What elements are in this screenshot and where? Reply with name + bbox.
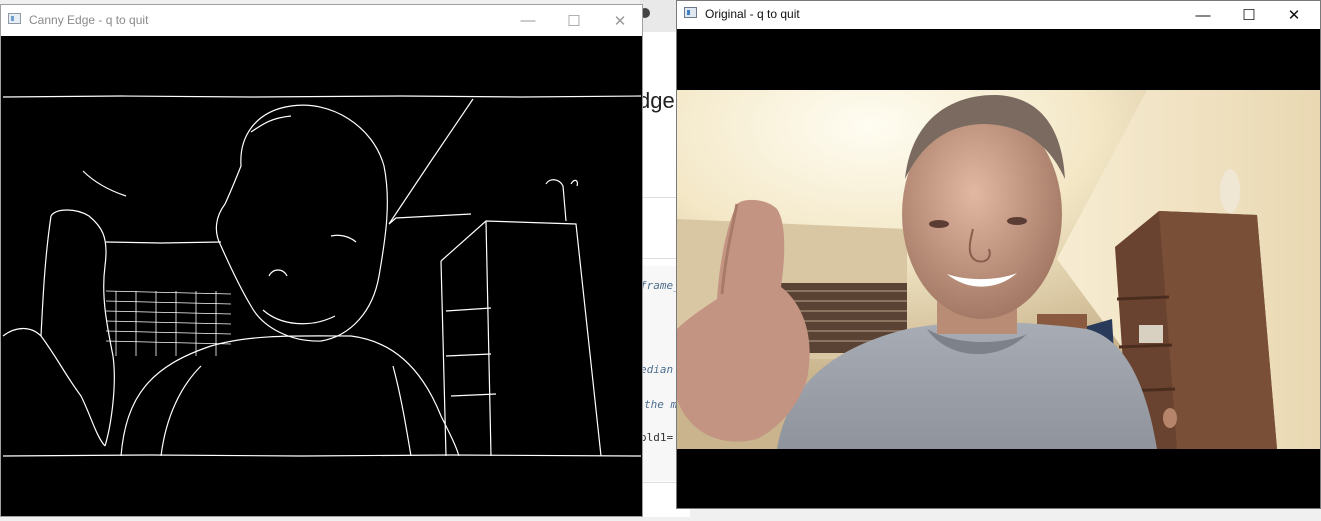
original-window-title: Original - q to quit (705, 7, 800, 21)
minimize-button[interactable]: — (1180, 1, 1226, 29)
minimize-button[interactable]: — (505, 5, 551, 36)
app-window-icon (684, 7, 697, 18)
canny-edge-image (1, 36, 642, 516)
code-fragment: frame_ (640, 279, 680, 292)
close-button[interactable]: ✕ (597, 5, 643, 36)
code-fragment: edian (640, 363, 674, 376)
canny-edge-window[interactable]: Canny Edge - q to quit — ☐ ✕ (0, 4, 643, 517)
original-window[interactable]: Original - q to quit — ☐ ✕ (676, 0, 1321, 509)
editor-heading-fragment: dge (640, 88, 675, 113)
canny-window-title: Canny Edge - q to quit (29, 13, 149, 27)
code-fragment: old1= (640, 431, 674, 444)
original-titlebar[interactable]: Original - q to quit — ☐ ✕ (677, 1, 1320, 29)
webcam-original-image (677, 29, 1320, 508)
canny-titlebar[interactable]: Canny Edge - q to quit — ☐ ✕ (1, 5, 642, 36)
maximize-button[interactable]: ☐ (551, 5, 597, 36)
close-button[interactable]: ✕ (1271, 1, 1317, 29)
code-fragment: the m (644, 398, 678, 411)
app-window-icon (8, 13, 21, 24)
maximize-button[interactable]: ☐ (1226, 1, 1272, 29)
